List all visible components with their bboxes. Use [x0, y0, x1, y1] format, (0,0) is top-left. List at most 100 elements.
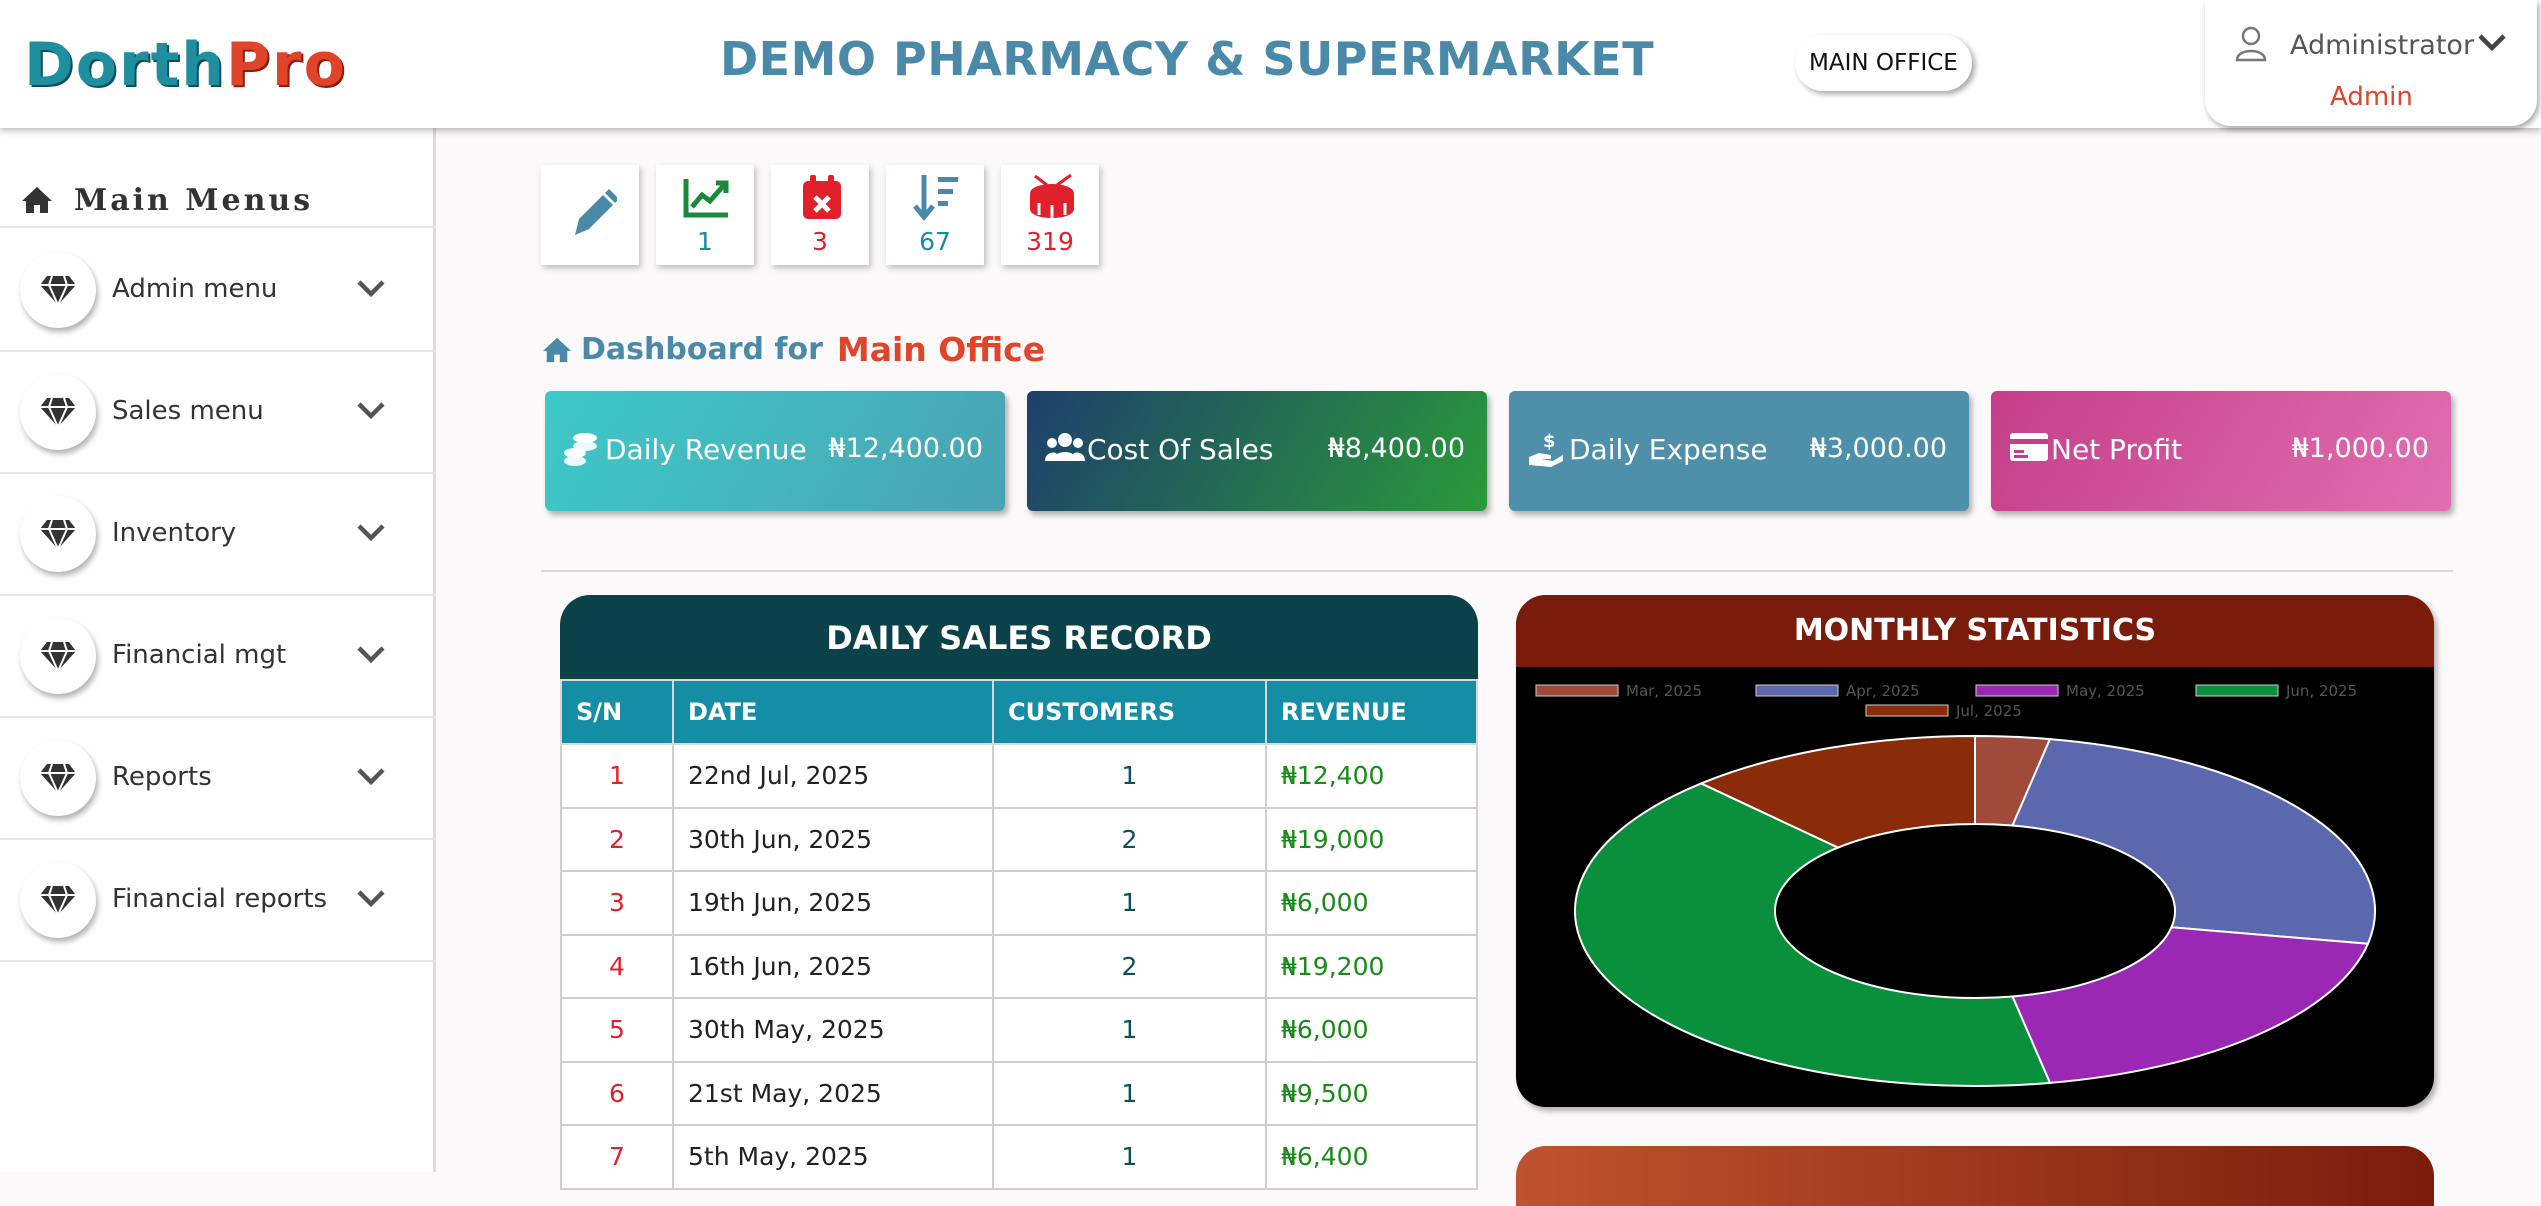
sidebar: Main Menus Admin menu Sales menu Inventory…: [0, 128, 436, 1172]
menu-icon-circle: [20, 496, 96, 572]
sort-down-icon: [913, 175, 958, 221]
sidebar-item-label: Inventory: [112, 518, 237, 548]
stat-card-daily-expense[interactable]: $ Daily Expense ₦3,000.00: [1509, 391, 1969, 511]
sidebar-item-label: Admin menu: [112, 274, 278, 304]
sidebar-heading: Main Menus: [20, 178, 313, 222]
chart-title: MONTHLY STATISTICS: [1516, 595, 2434, 667]
divider: [541, 570, 2453, 572]
quick-calendar-count: 3: [812, 227, 828, 256]
quick-edit-button[interactable]: [541, 165, 639, 265]
quick-calendar-button[interactable]: 3: [771, 165, 869, 265]
legend-swatch: [1975, 684, 2059, 697]
stat-card-net-profit[interactable]: Net Profit ₦1,000.00: [1991, 391, 2451, 511]
stat-card-daily-revenue[interactable]: Daily Revenue ₦12,400.00: [545, 391, 1005, 511]
chevron-down-icon[interactable]: [355, 884, 387, 912]
table-row[interactable]: 2 30th Jun, 2025 2 ₦19,000: [560, 806, 1478, 872]
sales-table: S/N DATE CUSTOMERS REVENUE 1 22nd Jul, 20…: [560, 679, 1478, 1190]
legend-label: May, 2025: [2066, 682, 2145, 700]
chevron-down-icon[interactable]: [355, 640, 387, 668]
row-date: 16th Jun, 2025: [672, 933, 994, 999]
pencil-icon: [575, 189, 617, 235]
divider: [0, 226, 436, 228]
row-revenue: ₦6,000: [1265, 870, 1478, 936]
row-revenue: ₦6,000: [1265, 997, 1478, 1063]
app-logo[interactable]: DorthPro: [24, 30, 347, 100]
menu-icon-circle: [20, 374, 96, 450]
gem-icon: [40, 397, 76, 428]
user-role: Admin: [2330, 82, 2413, 112]
stat-label: Daily Expense: [1569, 433, 1768, 466]
user-name: Administrator: [2290, 30, 2475, 61]
table-row[interactable]: 1 22nd Jul, 2025 1 ₦12,400: [560, 743, 1478, 809]
monthly-statistics-card: MONTHLY STATISTICS Mar, 2025 Apr, 2025 May…: [1516, 595, 2434, 1107]
stat-label: Net Profit: [2051, 433, 2183, 466]
stat-value: ₦8,400.00: [1327, 433, 1465, 464]
chevron-down-icon[interactable]: [355, 518, 387, 546]
column-header[interactable]: S/N: [560, 679, 674, 745]
row-revenue: ₦6,400: [1265, 1124, 1478, 1190]
chevron-down-icon[interactable]: [355, 274, 387, 302]
column-header[interactable]: DATE: [672, 679, 994, 745]
table-row[interactable]: 5 30th May, 2025 1 ₦6,000: [560, 997, 1478, 1063]
stat-value: ₦1,000.00: [2291, 433, 2429, 464]
donut-slice-may-2025[interactable]: [2011, 926, 2370, 1084]
hand-dollar-icon: $: [1529, 431, 1563, 467]
row-sn: 4: [560, 933, 674, 999]
gem-icon: [40, 885, 76, 916]
quick-sort-button[interactable]: 67: [886, 165, 984, 265]
column-header[interactable]: REVENUE: [1265, 679, 1478, 745]
sidebar-item-reports[interactable]: Reports: [0, 718, 436, 838]
row-customers: 2: [992, 806, 1267, 872]
next-card-header: [1516, 1146, 2434, 1206]
legend-label: Jul, 2025: [1955, 702, 2022, 720]
quick-chart-button[interactable]: 1: [656, 165, 754, 265]
sidebar-item-inventory[interactable]: Inventory: [0, 474, 436, 594]
donut-slice-apr-2025[interactable]: [2011, 738, 2376, 945]
column-header[interactable]: CUSTOMERS: [992, 679, 1267, 745]
sidebar-heading-label: Main Menus: [74, 182, 314, 218]
legend-swatch: [2195, 684, 2279, 697]
office-selector-button[interactable]: MAIN OFFICE: [1795, 35, 1972, 91]
gem-icon: [40, 275, 76, 306]
row-date: 30th May, 2025: [672, 997, 994, 1063]
sidebar-item-label: Reports: [112, 762, 212, 792]
chevron-down-icon[interactable]: [355, 396, 387, 424]
chart-line-icon: [683, 179, 729, 218]
row-date: 21st May, 2025: [672, 1060, 994, 1126]
legend-label: Jun, 2025: [2285, 682, 2357, 700]
coins-icon: [564, 433, 597, 466]
sidebar-item-financial-reports[interactable]: Financial reports: [0, 840, 436, 960]
home-icon: [543, 337, 571, 362]
svg-text:$: $: [1543, 431, 1556, 452]
legend-swatch: [1755, 684, 1839, 697]
stat-label: Cost Of Sales: [1087, 433, 1274, 466]
stat-card-cost-of-sales[interactable]: Cost Of Sales ₦8,400.00: [1027, 391, 1487, 511]
monthly-donut-chart: Mar, 2025 Apr, 2025 May, 2025 Jun, 2025 Jul,…: [1535, 682, 2376, 1087]
table-row[interactable]: 4 16th Jun, 2025 2 ₦19,200: [560, 933, 1478, 999]
logo-part2: Pro: [226, 30, 347, 100]
user-menu[interactable]: Administrator Admin: [2205, 0, 2537, 126]
table-row[interactable]: 3 19th Jun, 2025 1 ₦6,000: [560, 870, 1478, 936]
gem-icon: [40, 641, 76, 672]
table-row[interactable]: 6 21st May, 2025 1 ₦9,500: [560, 1060, 1478, 1126]
top-header: DorthPro DEMO PHARMACY & SUPERMARKET MAI…: [0, 0, 2541, 128]
sales-table-title: DAILY SALES RECORD: [560, 595, 1478, 681]
legend-label: Mar, 2025: [1626, 682, 1702, 700]
divider: [0, 960, 436, 962]
row-date: 5th May, 2025: [672, 1124, 994, 1190]
legend-swatch: [1535, 684, 1619, 697]
dashboard-title-office: Main Office: [836, 330, 1046, 369]
sidebar-item-admin-menu[interactable]: Admin menu: [0, 230, 436, 350]
row-sn: 1: [560, 743, 674, 809]
table-row[interactable]: 7 5th May, 2025 1 ₦6,400: [560, 1124, 1478, 1190]
sidebar-item-label: Financial mgt: [112, 640, 287, 670]
row-customers: 1: [992, 997, 1267, 1063]
sidebar-item-sales-menu[interactable]: Sales menu: [0, 352, 436, 472]
chevron-down-icon[interactable]: [355, 762, 387, 790]
sidebar-item-financial-mgt[interactable]: Financial mgt: [0, 596, 436, 716]
chevron-down-icon[interactable]: [2475, 28, 2509, 58]
quick-drum-button[interactable]: 319: [1001, 165, 1099, 265]
gem-icon: [40, 519, 76, 550]
row-sn: 3: [560, 870, 674, 936]
user-icon: [2235, 26, 2267, 62]
